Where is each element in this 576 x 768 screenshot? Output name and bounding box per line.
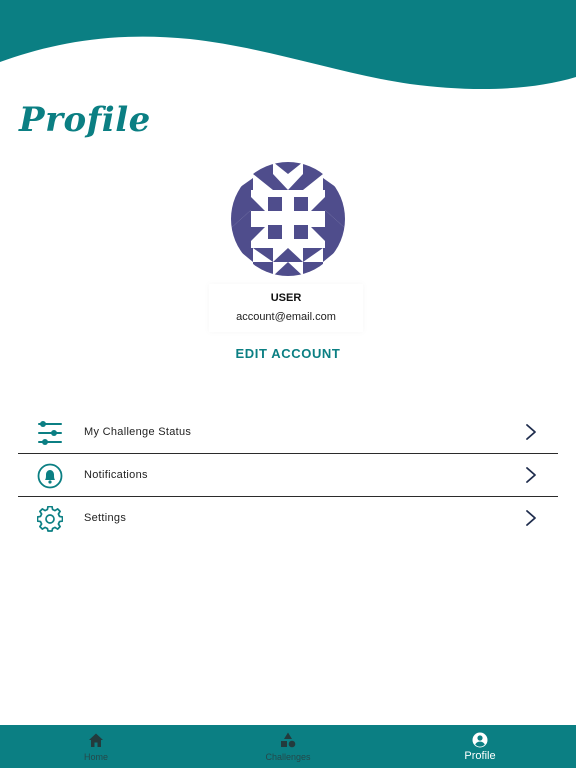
page-title: Profile	[19, 100, 151, 140]
gear-icon	[37, 506, 63, 532]
menu-item-settings[interactable]: Settings	[18, 497, 558, 539]
tab-home[interactable]: Home	[0, 725, 192, 768]
tab-profile[interactable]: Profile	[384, 725, 576, 768]
tab-label: Home	[83, 752, 108, 762]
menu-item-label: My Challenge Status	[84, 426, 192, 438]
user-circle-icon	[472, 732, 488, 748]
menu-item-label: Settings	[84, 512, 127, 524]
tab-label: Profile	[464, 750, 496, 762]
bell-icon	[37, 463, 63, 489]
sliders-icon	[38, 421, 62, 445]
profile-menu: My Challenge Status Notifications Settin…	[18, 411, 558, 539]
tab-challenges[interactable]: Challenges	[192, 725, 384, 768]
chevron-right-icon	[526, 424, 536, 440]
user-email: account@email.com	[236, 311, 336, 323]
tab-label: Challenges	[265, 752, 311, 762]
edit-account-button[interactable]: EDIT ACCOUNT	[188, 346, 388, 361]
menu-item-challenge-status[interactable]: My Challenge Status	[18, 411, 558, 454]
header-wave	[0, 0, 576, 90]
user-info-card: USER account@email.com	[209, 284, 363, 332]
menu-item-notifications[interactable]: Notifications	[18, 454, 558, 497]
username: USER	[270, 292, 302, 304]
chevron-right-icon	[526, 510, 536, 526]
avatar	[231, 162, 345, 276]
bottom-tab-bar: Home Challenges Profile	[0, 725, 576, 768]
chevron-right-icon	[526, 467, 536, 483]
home-icon	[89, 733, 103, 747]
menu-item-label: Notifications	[84, 469, 148, 481]
shapes-icon	[281, 732, 296, 748]
